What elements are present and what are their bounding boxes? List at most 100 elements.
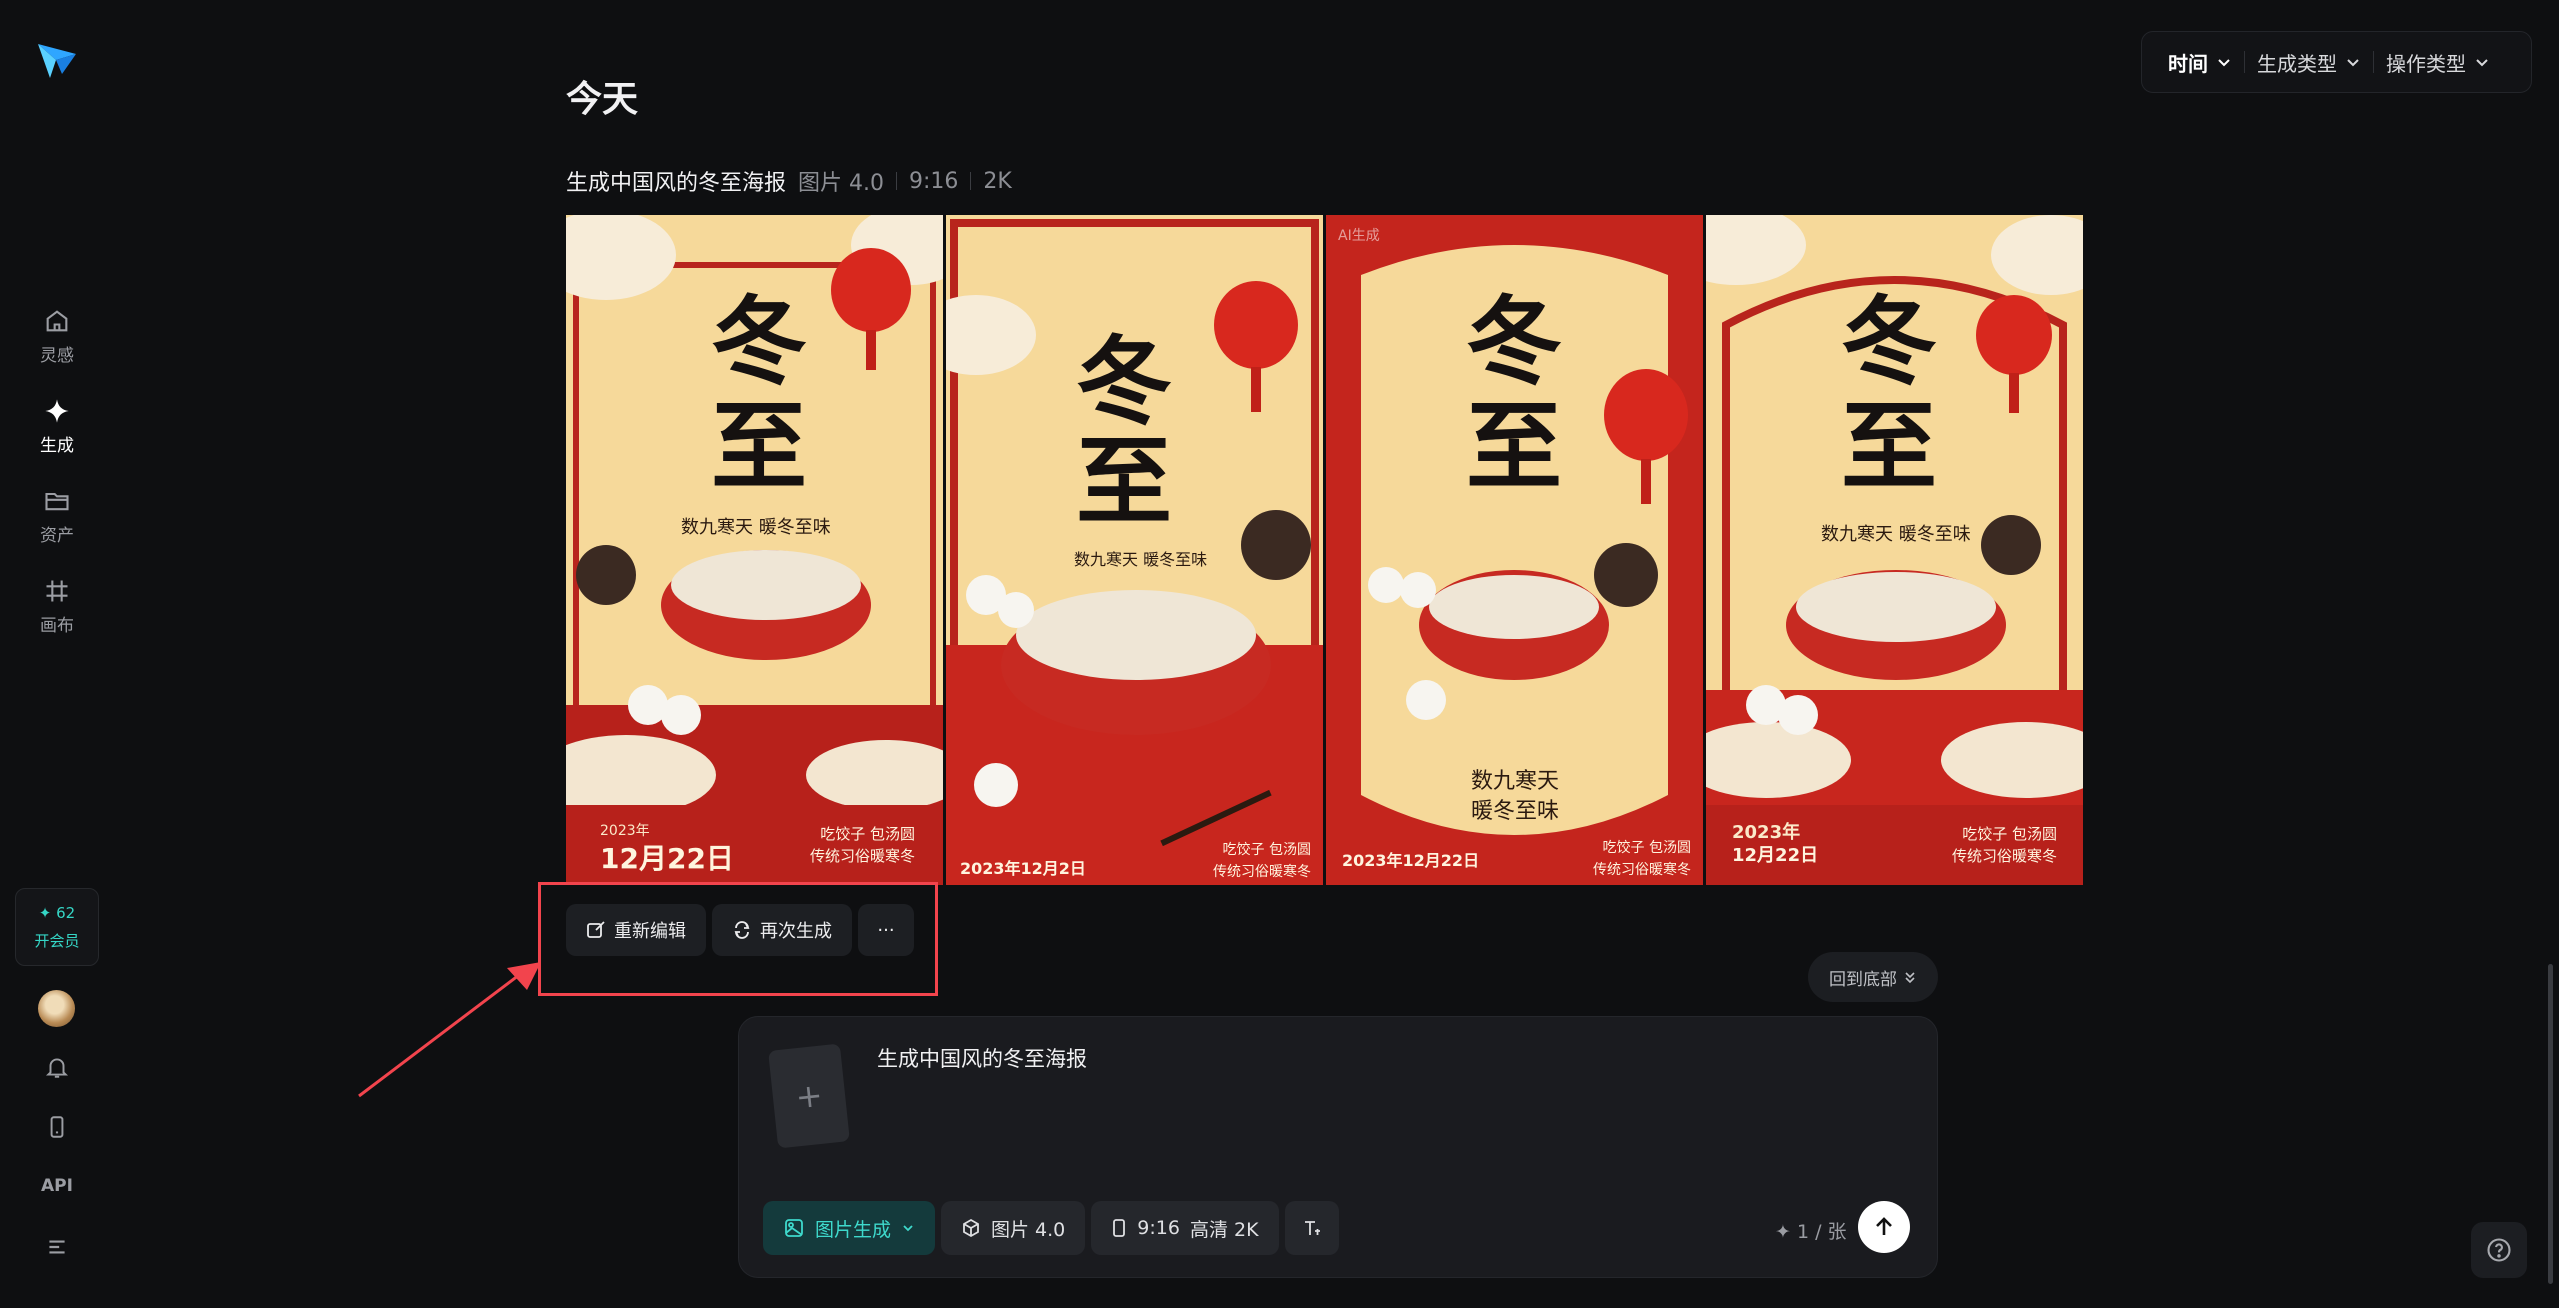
poster-footer-text: 吃饺子 包汤圆 传统习俗暖寒冬 [1952, 823, 2057, 867]
vip-button[interactable]: ✦ 62 开会员 [15, 888, 99, 966]
poster-subtitle: 数九寒天 暖冬至味 [681, 517, 831, 538]
task-meta: 生成中国风的冬至海报 图片 4.0 9:16 2K [566, 165, 1012, 197]
back-to-bottom-label: 回到底部 [1829, 969, 1897, 990]
quality-label: 高清 2K [1189, 1218, 1259, 1241]
generated-image[interactable]: 冬 至 数九寒天 暖冬至味 2023年12月2日 吃饺子 包汤圆 传统习俗暖寒冬 [946, 215, 1323, 885]
reference-image-upload[interactable]: + [768, 1043, 850, 1149]
filter-op-type-label: 操作类型 [2386, 51, 2466, 76]
poster-date: 12月22日 [1732, 845, 1819, 866]
canvas-icon [46, 580, 68, 601]
history-filters: 时间 生成类型 操作类型 [2141, 31, 2532, 93]
poster-footer-line: 吃饺子 包汤圆 [1602, 840, 1691, 856]
sidebar-item-label: 灵感 [40, 345, 74, 366]
task-resolution: 2K [983, 168, 1012, 194]
poster-footer-line: 吃饺子 包汤圆 [1962, 825, 2057, 843]
arrow-up-icon [1876, 1217, 1892, 1235]
sidebar-item-label: 画布 [40, 615, 74, 636]
filter-gen-type-label: 生成类型 [2257, 51, 2337, 76]
divider [896, 172, 897, 190]
cube-icon [963, 1218, 979, 1238]
sparkle-icon [45, 398, 69, 423]
portrait-ratio-icon [1113, 1219, 1126, 1237]
poster-subtitle: 数九寒天 [1471, 769, 1560, 794]
sidebar-item-generate[interactable]: 生成 [17, 388, 97, 464]
generated-image[interactable]: 冬 至 数九寒天 暖冬至味 2023年 12月22日 吃饺子 包汤圆 传统习俗暖… [1706, 215, 2083, 885]
app-logo-icon[interactable] [36, 40, 78, 80]
chevron-down-icon [2476, 59, 2488, 67]
ratio-quality-selector[interactable]: 9:16 高清 2K [1091, 1201, 1279, 1255]
sidebar-item-assets[interactable]: 资产 [17, 478, 97, 554]
poster-date: 2023年12月2日 [960, 859, 1086, 878]
task-ratio: 9:16 [909, 168, 959, 194]
image-gen-icon [785, 1219, 803, 1237]
poster-title-char: 至 [1841, 390, 1937, 503]
divider [970, 172, 972, 190]
sidebar-item-inspiration[interactable]: 灵感 [17, 298, 97, 374]
model-selector[interactable]: 图片 4.0 [941, 1201, 1086, 1255]
notification-icon[interactable] [38, 1048, 76, 1086]
poster-title-char: 冬 [1841, 285, 1937, 398]
poster-footer-line: 传统习俗暖寒冬 [809, 847, 915, 865]
model-label: 图片 4.0 [991, 1218, 1066, 1241]
menu-icon[interactable] [38, 1228, 76, 1266]
composer-toolbar: 图片生成 图片 4.0 9:16 高清 2K [763, 1201, 1339, 1255]
sidebar-item-label: 生成 [40, 435, 74, 456]
poster-title-char: 至 [1466, 390, 1562, 503]
poster-subtitle: 数九寒天 暖冬至味 [1074, 550, 1208, 569]
annotation-highlight-box [538, 882, 938, 996]
sidebar: 灵感 生成 资产 画布 ✦ 62 开会员 API [0, 0, 114, 1308]
text-format-icon [1304, 1221, 1320, 1235]
plus-icon: + [793, 1075, 825, 1117]
poster-title-char: 至 [1076, 425, 1172, 538]
help-icon [2487, 1238, 2511, 1262]
task-prompt: 生成中国风的冬至海报 [566, 171, 787, 196]
prompt-composer: + 生成中国风的冬至海报 图片生成 图片 4.0 9:16 高清 2K ✦ 1 … [738, 1016, 1938, 1278]
sidebar-item-label: 资产 [40, 525, 74, 546]
filter-op-type-dropdown[interactable]: 操作类型 [2374, 48, 2502, 77]
poster-title-char: 至 [711, 390, 807, 503]
text-style-button[interactable] [1284, 1201, 1339, 1255]
generation-mode-label: 图片生成 [815, 1218, 892, 1241]
home-icon [46, 309, 68, 331]
mobile-app-icon[interactable] [38, 1108, 76, 1146]
filter-time-label: 时间 [2168, 51, 2208, 76]
annotation-arrow-icon [358, 962, 541, 1098]
filter-time-dropdown[interactable]: 时间 [2156, 48, 2244, 77]
avatar[interactable] [38, 990, 75, 1027]
filter-gen-type-dropdown[interactable]: 生成类型 [2245, 48, 2373, 77]
poster-footer-text: 吃饺子 包汤圆 传统习俗暖寒冬 [1213, 839, 1311, 883]
credit-count: ✦ 62 [38, 903, 76, 922]
scrollbar[interactable] [2548, 964, 2553, 1284]
poster-footer-text: 吃饺子 包汤圆 传统习俗暖寒冬 [1593, 837, 1691, 881]
ai-generated-watermark: AI生成 [1338, 228, 1380, 244]
chevron-down-icon [2218, 59, 2230, 67]
page-title: 今天 [566, 79, 639, 120]
poster-title-char: 冬 [711, 285, 807, 398]
poster-title-char: 冬 [1466, 285, 1562, 398]
folder-icon [45, 492, 69, 510]
poster-footer-line: 传统习俗暖寒冬 [1593, 862, 1691, 878]
poster-footer-line: 传统习俗暖寒冬 [1213, 864, 1311, 880]
task-model: 图片 4.0 [798, 171, 884, 196]
sidebar-item-canvas[interactable]: 画布 [17, 568, 97, 644]
help-button[interactable] [2471, 1222, 2527, 1278]
prompt-input[interactable]: 生成中国风的冬至海报 [877, 1043, 1087, 1073]
api-link[interactable]: API [30, 1176, 84, 1196]
poster-title-char: 冬 [1076, 325, 1172, 438]
generation-mode-dropdown[interactable]: 图片生成 [763, 1201, 936, 1255]
poster-subtitle: 暖冬至味 [1471, 799, 1560, 824]
send-button[interactable] [1858, 1201, 1910, 1253]
credit-cost: ✦ 1 / 张 [1775, 1221, 1847, 1243]
poster-subtitle: 数九寒天 暖冬至味 [1821, 524, 1971, 545]
generated-image[interactable]: AI生成 冬 至 数九寒天 暖冬至味 2023年12月22日 吃饺子 包汤圆 传… [1326, 215, 1703, 885]
double-chevron-down-icon [1905, 972, 1915, 984]
poster-footer-line: 传统习俗暖寒冬 [1951, 847, 2057, 865]
generated-image[interactable]: 冬 至 数九寒天 暖冬至味 2023年 12月22日 吃饺子 包汤圆 传统习俗暖… [566, 215, 943, 885]
vip-label: 开会员 [34, 931, 80, 950]
chevron-down-icon [2347, 59, 2359, 67]
poster-footer-line: 吃饺子 包汤圆 [820, 825, 915, 843]
poster-footer-text: 吃饺子 包汤圆 传统习俗暖寒冬 [810, 823, 915, 867]
ratio-label: 9:16 [1137, 1217, 1180, 1239]
back-to-bottom-button[interactable]: 回到底部 [1808, 952, 1938, 1002]
chevron-down-icon [903, 1225, 913, 1232]
